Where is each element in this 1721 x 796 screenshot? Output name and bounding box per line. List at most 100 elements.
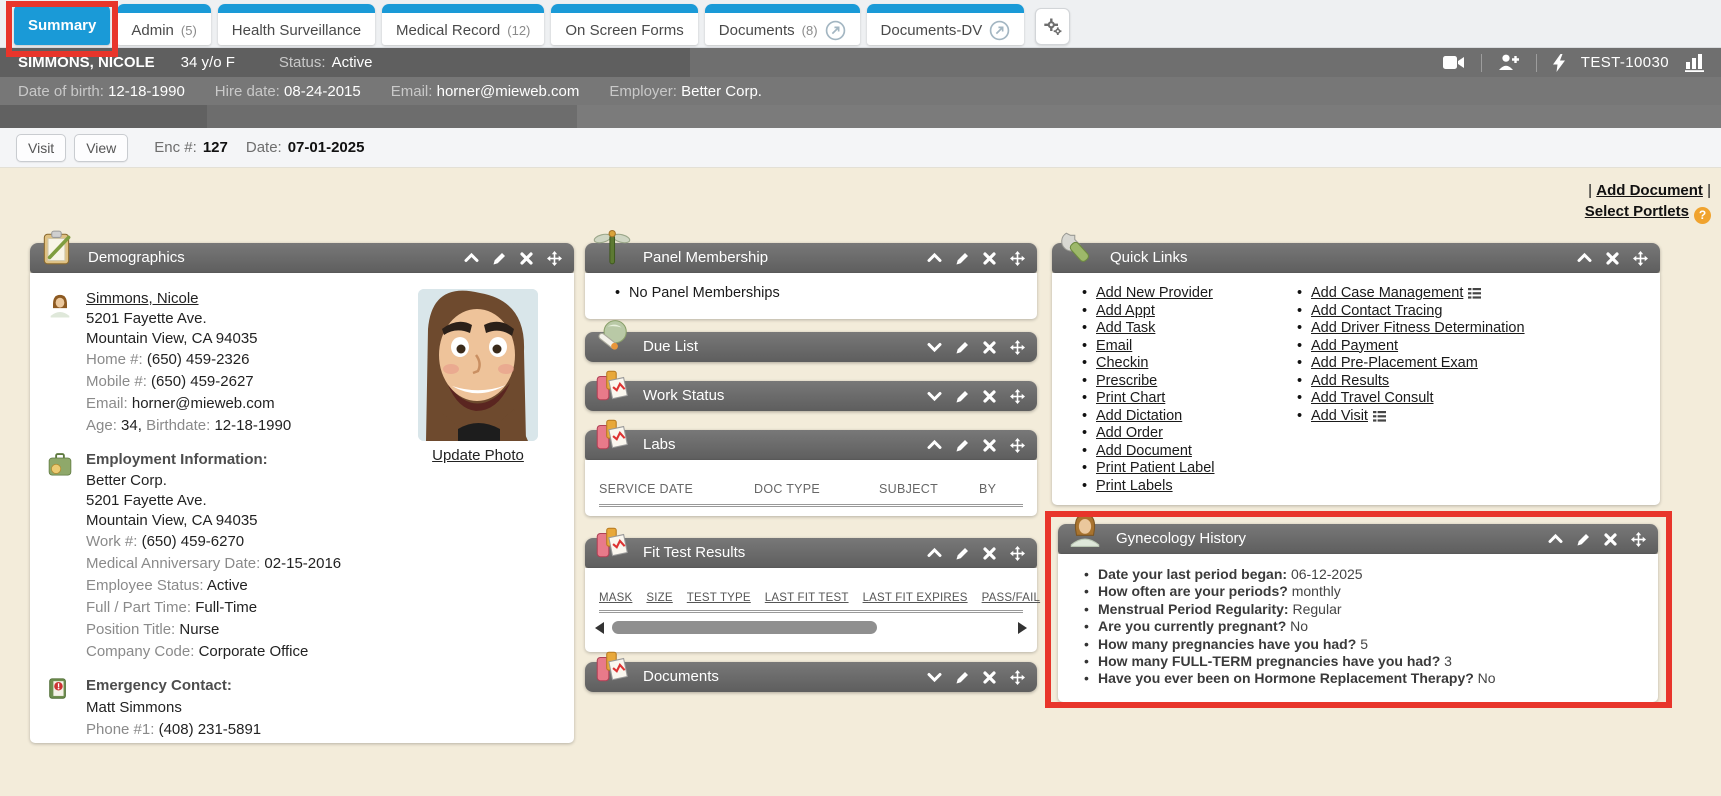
visit-button[interactable]: Visit [16, 134, 66, 162]
link-add-travel-consult[interactable]: Add Travel Consult [1311, 390, 1434, 406]
link-add-document[interactable]: Add Document [1096, 443, 1192, 459]
collapse-icon[interactable] [1577, 251, 1592, 265]
link-add-payment[interactable]: Add Payment [1311, 338, 1398, 354]
link-print-chart[interactable]: Print Chart [1096, 390, 1165, 406]
update-photo-link[interactable]: Update Photo [432, 447, 524, 464]
collapse-icon[interactable] [1548, 532, 1563, 546]
popout-icon[interactable] [989, 20, 1010, 41]
move-icon[interactable] [1010, 546, 1025, 561]
portlet-title: Gynecology History [1116, 524, 1246, 554]
collapse-icon[interactable] [464, 251, 479, 265]
close-icon[interactable] [982, 251, 997, 266]
link-add-order[interactable]: Add Order [1096, 425, 1163, 441]
select-portlets-link[interactable]: Select Portlets [1585, 203, 1689, 220]
employee-status-value: Active [207, 577, 248, 594]
due-list-icon [593, 318, 631, 356]
fit-col-last-fit-test[interactable]: LAST FIT TEST [765, 592, 849, 604]
fit-col-pass-fail[interactable]: PASS/FAIL [982, 592, 1040, 604]
link-add-task[interactable]: Add Task [1096, 320, 1155, 336]
move-icon[interactable] [1010, 251, 1025, 266]
video-camera-icon[interactable] [1443, 55, 1465, 70]
edit-icon[interactable] [955, 670, 969, 684]
link-add-new-provider[interactable]: Add New Provider [1096, 285, 1213, 301]
fit-col-test-type[interactable]: TEST TYPE [687, 592, 751, 604]
scroll-left-arrow[interactable] [595, 622, 604, 634]
patient-name-link[interactable]: Simmons, Nicole [86, 290, 199, 307]
tab-documents[interactable]: Documents (8) [705, 4, 860, 45]
gears-icon [1044, 18, 1062, 36]
tab-medical-record[interactable]: Medical Record (12) [382, 4, 544, 45]
link-add-contact-tracing[interactable]: Add Contact Tracing [1311, 303, 1442, 319]
move-icon[interactable] [1010, 438, 1025, 453]
tab-on-screen-forms[interactable]: On Screen Forms [551, 4, 697, 45]
move-icon[interactable] [1010, 389, 1025, 404]
close-icon[interactable] [982, 438, 997, 453]
fit-col-last-fit-expires[interactable]: LAST FIT EXPIRES [863, 592, 968, 604]
edit-icon[interactable] [1576, 532, 1590, 546]
grid-icon [1468, 288, 1481, 299]
close-icon[interactable] [1603, 532, 1618, 547]
popout-icon[interactable] [825, 20, 846, 41]
scroll-right-arrow[interactable] [1018, 622, 1027, 634]
lightning-bolt-icon[interactable] [1553, 54, 1565, 72]
link-add-appt[interactable]: Add Appt [1096, 303, 1155, 319]
expand-icon[interactable] [927, 340, 942, 354]
expand-icon[interactable] [927, 389, 942, 403]
close-icon[interactable] [982, 670, 997, 685]
person-add-icon[interactable] [1498, 54, 1520, 71]
link-add-visit[interactable]: Add Visit [1311, 408, 1368, 424]
move-icon[interactable] [1633, 251, 1648, 266]
link-prescribe[interactable]: Prescribe [1096, 373, 1157, 389]
close-icon[interactable] [1605, 251, 1620, 266]
close-icon[interactable] [982, 340, 997, 355]
collapse-icon[interactable] [927, 438, 942, 452]
clipboard-icon [38, 229, 76, 267]
age-value: 34, [121, 417, 142, 434]
move-icon[interactable] [547, 251, 562, 266]
add-document-link[interactable]: Add Document [1596, 182, 1703, 199]
move-icon[interactable] [1010, 670, 1025, 685]
link-add-dictation[interactable]: Add Dictation [1096, 408, 1182, 424]
help-icon[interactable] [1694, 207, 1711, 224]
link-email[interactable]: Email [1096, 338, 1132, 354]
fit-col-mask[interactable]: MASK [599, 592, 632, 604]
view-button[interactable]: View [74, 134, 128, 162]
close-icon[interactable] [982, 389, 997, 404]
edit-icon[interactable] [955, 389, 969, 403]
close-icon[interactable] [519, 251, 534, 266]
edit-icon[interactable] [955, 546, 969, 560]
link-print-labels[interactable]: Print Labels [1096, 478, 1173, 494]
tab-settings-button[interactable] [1035, 8, 1070, 45]
scrollbar-thumb[interactable] [612, 621, 877, 634]
link-add-case-management[interactable]: Add Case Management [1311, 285, 1463, 301]
expand-icon[interactable] [927, 670, 942, 684]
close-icon[interactable] [982, 546, 997, 561]
employment-heading: Employment Information: [86, 449, 341, 471]
chart-id-link[interactable]: TEST-10030 [1581, 54, 1669, 71]
link-add-driver-fitness[interactable]: Add Driver Fitness Determination [1311, 320, 1525, 336]
scrollbar-track[interactable] [610, 621, 1012, 634]
collapse-icon[interactable] [927, 546, 942, 560]
bar-chart-icon[interactable] [1685, 53, 1705, 72]
edit-icon[interactable] [955, 251, 969, 265]
tab-health-surveillance[interactable]: Health Surveillance [218, 4, 375, 45]
move-icon[interactable] [1010, 340, 1025, 355]
birthdate-value: 12-18-1990 [214, 417, 291, 434]
tab-admin[interactable]: Admin (5) [117, 4, 210, 45]
edit-icon[interactable] [955, 340, 969, 354]
edit-icon[interactable] [955, 438, 969, 452]
portlet-title: Fit Test Results [643, 538, 745, 568]
link-checkin[interactable]: Checkin [1096, 355, 1148, 371]
tab-summary[interactable]: Summary [14, 4, 110, 45]
collapse-icon[interactable] [927, 251, 942, 265]
link-add-pre-placement-exam[interactable]: Add Pre-Placement Exam [1311, 355, 1478, 371]
fit-col-size[interactable]: SIZE [646, 592, 672, 604]
link-print-patient-label[interactable]: Print Patient Label [1096, 460, 1215, 476]
edit-icon[interactable] [492, 251, 506, 265]
tab-documents-dv[interactable]: Documents-DV [867, 4, 1025, 45]
link-add-results[interactable]: Add Results [1311, 373, 1389, 389]
employer-address2: Mountain View, CA 94035 [86, 511, 341, 531]
labs-col-service-date: SERVICE DATE [599, 482, 754, 496]
hire-date-value: 08-24-2015 [284, 83, 361, 100]
move-icon[interactable] [1631, 532, 1646, 547]
